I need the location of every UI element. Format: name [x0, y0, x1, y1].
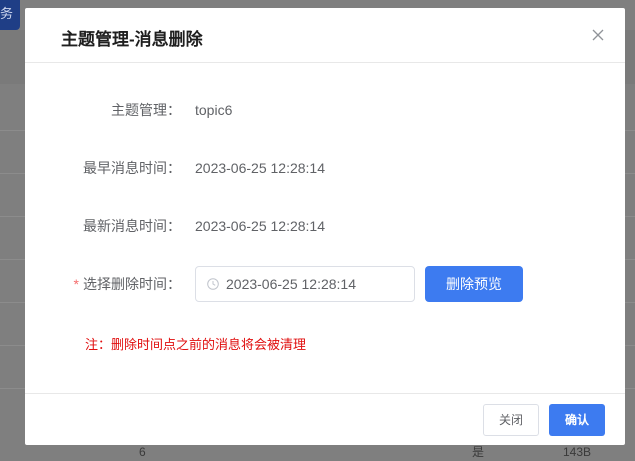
close-button[interactable]: [589, 26, 607, 44]
latest-time-value: 2023-06-25 12:28:14: [195, 218, 325, 234]
topic-label: 主题管理：: [111, 102, 181, 118]
latest-time-label: 最新消息时间：: [83, 218, 181, 234]
delete-message-dialog: 主题管理-消息删除 主题管理： topic6 最早消息时间： 2023-06-2…: [25, 8, 625, 445]
delete-time-picker[interactable]: 2023-06-25 12:28:14: [195, 266, 415, 302]
delete-time-label-text: 选择删除时间：: [83, 276, 181, 292]
background-row-divider: [0, 173, 25, 174]
background-cell: 6: [139, 445, 146, 459]
latest-time-row: 最新消息时间： 2023-06-25 12:28:14: [25, 208, 625, 244]
topic-row: 主题管理： topic6: [25, 92, 625, 128]
delete-warning-note: 注：删除时间点之前的消息将会被清理: [85, 337, 307, 352]
close-dialog-button[interactable]: 关闭: [483, 404, 539, 436]
earliest-time-label: 最早消息时间：: [83, 160, 181, 176]
dialog-header: 主题管理-消息删除: [25, 8, 625, 63]
dialog-footer: 关闭 确认: [25, 393, 625, 446]
delete-time-row: * 选择删除时间： 2023-06-25 12:28:14 删除预览: [25, 266, 625, 302]
background-row-divider: [0, 130, 25, 131]
confirm-button[interactable]: 确认: [549, 404, 605, 436]
earliest-time-row: 最早消息时间： 2023-06-25 12:28:14: [25, 150, 625, 186]
background-row-divider: [0, 259, 25, 260]
background-cell: 143B: [563, 445, 592, 459]
background-row-divider: [0, 216, 25, 217]
required-mark: *: [73, 276, 79, 292]
delete-time-label: * 选择删除时间：: [74, 266, 181, 302]
earliest-time-value: 2023-06-25 12:28:14: [195, 160, 325, 176]
topic-value: topic6: [195, 102, 233, 118]
background-cell: 是: [472, 445, 485, 459]
background-corner-button: 务: [0, 0, 20, 30]
background-row-divider: [0, 302, 25, 303]
background-row-divider: [0, 388, 25, 389]
delete-time-value: 2023-06-25 12:28:14: [226, 276, 356, 292]
dialog-title: 主题管理-消息删除: [61, 30, 203, 49]
clock-icon: [207, 278, 219, 290]
delete-preview-button[interactable]: 删除预览: [425, 266, 523, 302]
close-icon: [592, 29, 604, 41]
background-row-divider: [0, 345, 25, 346]
